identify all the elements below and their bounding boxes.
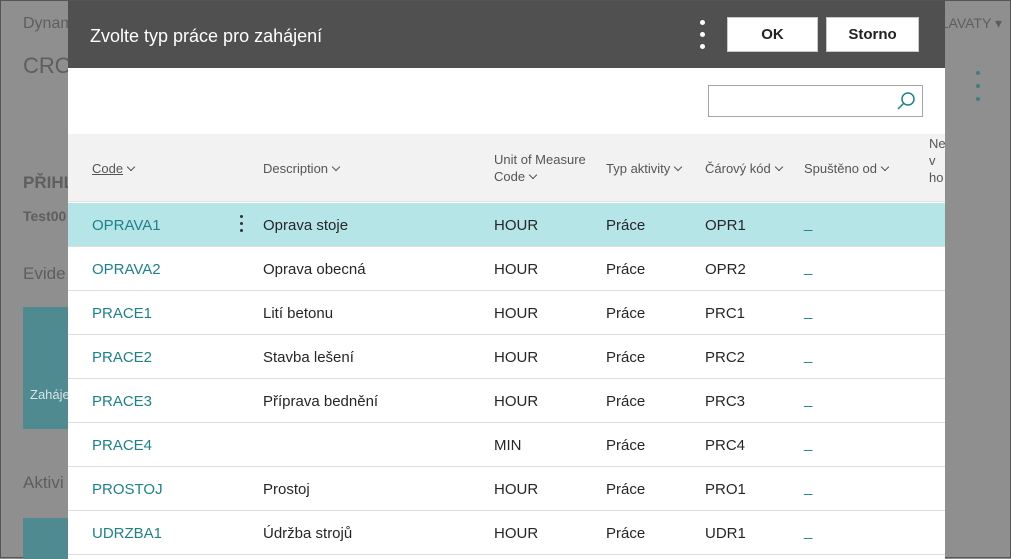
row-carovy-kod: PRC1 bbox=[705, 305, 746, 322]
search-input[interactable] bbox=[713, 87, 893, 115]
row-code-link[interactable]: PRACE4 bbox=[92, 437, 152, 454]
row-carovy-kod: PRC4 bbox=[705, 437, 746, 454]
background-section-heading: PŘIHL bbox=[23, 173, 74, 192]
row-spusteno-od[interactable]: _ bbox=[804, 391, 812, 408]
row-spusteno-od[interactable]: _ bbox=[804, 435, 812, 452]
row-typ-aktivity: Práce bbox=[606, 305, 646, 322]
background-page-title: CRO bbox=[23, 53, 72, 78]
row-code-link[interactable]: UDRZBA1 bbox=[92, 525, 162, 542]
row-unit-of-measure: HOUR bbox=[494, 305, 539, 322]
row-description: Lití betonu bbox=[263, 305, 334, 322]
column-header-spusteno-od[interactable]: Spuštěno od bbox=[804, 160, 890, 177]
row-spusteno-od[interactable]: _ bbox=[804, 303, 812, 320]
background-more-icon bbox=[976, 71, 982, 110]
row-carovy-kod: OPR1 bbox=[705, 217, 746, 234]
chevron-down-icon bbox=[331, 162, 341, 172]
ok-button[interactable]: OK bbox=[727, 17, 818, 52]
row-code-link[interactable]: PRACE2 bbox=[92, 349, 152, 366]
column-header-truncated[interactable]: Ne v ho bbox=[929, 135, 945, 186]
more-options-icon[interactable] bbox=[696, 20, 708, 52]
row-spusteno-od[interactable]: _ bbox=[804, 479, 812, 496]
table-row[interactable]: UDRZBA1 Údržba strojů HOUR Práce UDR1 _ bbox=[68, 511, 945, 555]
table-body: OPRAVA1 Oprava stoje HOUR Práce OPR1 _ O… bbox=[68, 203, 945, 555]
table-header: Code Description Unit of Measure Code Ty… bbox=[68, 134, 945, 202]
column-header-code[interactable]: Code bbox=[92, 160, 136, 177]
column-header-unit-of-measure[interactable]: Unit of Measure Code bbox=[494, 151, 594, 185]
row-carovy-kod: PRC2 bbox=[705, 349, 746, 366]
row-typ-aktivity: Práce bbox=[606, 481, 646, 498]
row-carovy-kod: PRO1 bbox=[705, 481, 746, 498]
column-header-typ-aktivity[interactable]: Typ aktivity bbox=[606, 160, 683, 177]
background-aktiv-heading: Aktivi bbox=[23, 473, 64, 492]
table-row[interactable]: PRACE1 Lití betonu HOUR Práce PRC1 _ bbox=[68, 291, 945, 335]
row-typ-aktivity: Práce bbox=[606, 217, 646, 234]
row-code-link[interactable]: OPRAVA1 bbox=[92, 217, 161, 234]
row-unit-of-measure: HOUR bbox=[494, 349, 539, 366]
app-name: Dynam bbox=[23, 15, 74, 32]
select-work-type-dialog: Zvolte typ práce pro zahájení OK Storno … bbox=[68, 1, 945, 559]
row-carovy-kod: OPR2 bbox=[705, 261, 746, 278]
row-carovy-kod: PRC3 bbox=[705, 393, 746, 410]
row-typ-aktivity: Práce bbox=[606, 525, 646, 542]
row-unit-of-measure: HOUR bbox=[494, 525, 539, 542]
row-code-link[interactable]: PRACE1 bbox=[92, 305, 152, 322]
table-row[interactable]: PRACE4 MIN Práce PRC4 _ bbox=[68, 423, 945, 467]
table-row[interactable]: PRACE3 Příprava bednění HOUR Práce PRC3 … bbox=[68, 379, 945, 423]
row-description: Oprava obecná bbox=[263, 261, 366, 278]
row-unit-of-measure: HOUR bbox=[494, 481, 539, 498]
row-carovy-kod: UDR1 bbox=[705, 525, 746, 542]
row-typ-aktivity: Práce bbox=[606, 349, 646, 366]
row-typ-aktivity: Práce bbox=[606, 437, 646, 454]
row-spusteno-od[interactable]: _ bbox=[804, 259, 812, 276]
column-header-carovy-kod[interactable]: Čárový kód bbox=[705, 160, 783, 177]
table-row[interactable]: PROSTOJ Prostoj HOUR Práce PRO1 _ bbox=[68, 467, 945, 511]
row-typ-aktivity: Práce bbox=[606, 261, 646, 278]
background-evid-heading: Evide bbox=[23, 264, 66, 283]
row-description: Údržba strojů bbox=[263, 525, 353, 542]
chevron-down-icon bbox=[528, 170, 538, 180]
background-tile-label: Zaháje bbox=[30, 387, 70, 402]
table-row[interactable]: OPRAVA1 Oprava stoje HOUR Práce OPR1 _ bbox=[68, 203, 945, 247]
row-spusteno-od[interactable]: _ bbox=[804, 347, 812, 364]
row-description: Oprava stoje bbox=[263, 217, 349, 234]
row-typ-aktivity: Práce bbox=[606, 393, 646, 410]
row-more-icon[interactable] bbox=[238, 215, 244, 235]
table-row[interactable]: OPRAVA2 Oprava obecná HOUR Práce OPR2 _ bbox=[68, 247, 945, 291]
row-description: Příprava bednění bbox=[263, 393, 379, 410]
background-tile-2 bbox=[23, 518, 69, 559]
dialog-header: Zvolte typ práce pro zahájení OK Storno bbox=[68, 1, 945, 68]
row-description: Prostoj bbox=[263, 481, 310, 498]
row-unit-of-measure: HOUR bbox=[494, 217, 539, 234]
row-code-link[interactable]: PRACE3 bbox=[92, 393, 152, 410]
table-row[interactable]: PRACE2 Stavba lešení HOUR Práce PRC2 _ bbox=[68, 335, 945, 379]
row-unit-of-measure: HOUR bbox=[494, 261, 539, 278]
row-unit-of-measure: HOUR bbox=[494, 393, 539, 410]
row-spusteno-od[interactable]: _ bbox=[804, 523, 812, 540]
user-menu: LAVATY ▾ bbox=[940, 15, 1002, 31]
row-code-link[interactable]: OPRAVA2 bbox=[92, 261, 161, 278]
column-header-description[interactable]: Description bbox=[263, 160, 341, 177]
background-sub-value: Test00 bbox=[23, 208, 67, 224]
chevron-down-icon bbox=[674, 162, 683, 172]
search-box bbox=[708, 85, 923, 117]
cancel-button[interactable]: Storno bbox=[826, 17, 919, 52]
dialog-title: Zvolte typ práce pro zahájení bbox=[90, 26, 323, 46]
row-spusteno-od[interactable]: _ bbox=[804, 215, 812, 232]
chevron-down-icon bbox=[880, 162, 890, 172]
search-icon[interactable] bbox=[896, 91, 916, 111]
chevron-down-icon bbox=[774, 162, 783, 172]
chevron-down-icon bbox=[126, 162, 136, 172]
row-description: Stavba lešení bbox=[263, 349, 354, 366]
background-tile bbox=[23, 307, 69, 429]
row-unit-of-measure: MIN bbox=[494, 437, 522, 454]
row-code-link[interactable]: PROSTOJ bbox=[92, 481, 163, 498]
